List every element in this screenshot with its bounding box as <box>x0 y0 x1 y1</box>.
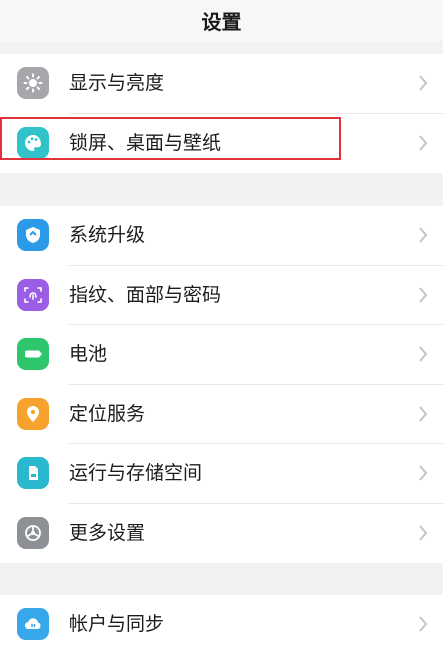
settings-item-display-brightness[interactable]: 显示与亮度 <box>0 54 443 114</box>
upgrade-shield-icon <box>17 219 49 251</box>
settings-item-label: 电池 <box>69 343 108 365</box>
chevron-right-icon <box>419 346 428 362</box>
fingerprint-icon <box>17 278 49 311</box>
settings-item-label: 运行与存储空间 <box>69 462 203 484</box>
settings-item-label: 定位服务 <box>69 402 146 425</box>
cloud-sync-icon <box>17 608 49 640</box>
settings-item-running-storage[interactable]: 运行与存储空间 <box>0 444 443 504</box>
chevron-right-icon <box>419 227 428 243</box>
header: 设置 <box>0 0 443 42</box>
settings-item-more-settings[interactable]: 更多设置 <box>0 504 443 564</box>
chevron-right-icon <box>419 75 428 91</box>
sun-icon <box>17 67 49 99</box>
settings-item-label: 锁屏、桌面与壁纸 <box>69 131 222 154</box>
settings-item-battery[interactable]: 电池 <box>0 325 443 385</box>
chevron-right-icon <box>419 405 428 422</box>
location-pin-icon <box>17 397 49 430</box>
more-settings-icon <box>17 516 49 549</box>
chevron-right-icon <box>419 134 428 151</box>
settings-item-account-sync[interactable]: 帐户与同步 <box>0 595 443 646</box>
chevron-right-icon <box>419 524 428 541</box>
storage-card-icon <box>17 457 49 489</box>
page-title: 设置 <box>201 10 242 34</box>
settings-item-label: 更多设置 <box>69 521 146 544</box>
settings-group-2: 系统升级 指纹、面部与密码 电池 定位服务 运行与存储空间 更多设置 <box>0 206 443 563</box>
settings-group-3: 帐户与同步 <box>0 595 443 646</box>
settings-item-location[interactable]: 定位服务 <box>0 385 443 444</box>
settings-item-label: 帐户与同步 <box>69 613 165 635</box>
settings-item-lockscreen-wallpaper[interactable]: 锁屏、桌面与壁纸 <box>0 114 443 174</box>
chevron-right-icon <box>419 465 428 481</box>
settings-item-system-update[interactable]: 系统升级 <box>0 206 443 266</box>
battery-icon <box>17 338 49 370</box>
settings-group-1: 显示与亮度 锁屏、桌面与壁纸 <box>0 54 443 173</box>
chevron-right-icon <box>419 616 428 632</box>
settings-item-label: 系统升级 <box>69 224 146 246</box>
palette-icon <box>17 126 49 159</box>
settings-item-label: 指纹、面部与密码 <box>69 283 222 306</box>
chevron-right-icon <box>419 286 428 303</box>
settings-item-fingerprint-face-password[interactable]: 指纹、面部与密码 <box>0 266 443 325</box>
settings-item-label: 显示与亮度 <box>69 72 165 94</box>
